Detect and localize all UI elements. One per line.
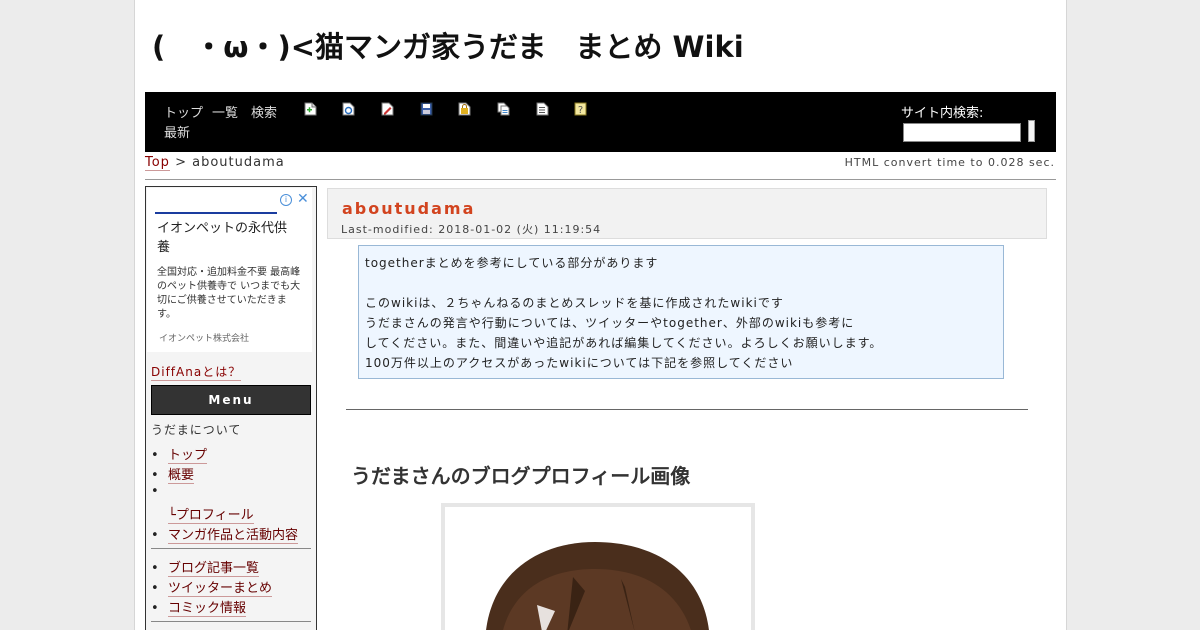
- save-icon[interactable]: [420, 102, 433, 116]
- menu-item[interactable]: • 概要: [151, 464, 195, 484]
- menu-heading: Menu: [151, 385, 311, 415]
- menu-item[interactable]: • コミック情報: [151, 597, 247, 617]
- new-page-icon[interactable]: [304, 102, 317, 116]
- notice-line: してください。また、間違いや追記があれば編集してください。よろしくお願いします。: [365, 336, 883, 350]
- page: ( ・ω・)<猫マンガ家うだま まとめ Wiki トップ 一覧 検索 最新 ? …: [134, 0, 1067, 630]
- ad-info-icon[interactable]: i: [280, 194, 292, 206]
- sidebar: i ✕ イオンペットの永代供養 全国対応・追加料金不要 最高峰のペット供養寺で …: [145, 186, 317, 630]
- breadcrumb: Top > aboutudama: [145, 155, 285, 171]
- bullet-icon: •: [151, 448, 159, 463]
- svg-text:?: ?: [578, 105, 583, 116]
- search-label: サイト内検索:: [901, 106, 984, 121]
- notice-line: togetherまとめを参考にしている部分があります: [365, 256, 659, 270]
- ad-title[interactable]: イオンペットの永代供養: [157, 219, 297, 257]
- reload-icon[interactable]: [342, 102, 355, 116]
- ad-accent-line: [155, 212, 277, 214]
- diffana-link[interactable]: DiffAnaとは？: [151, 363, 242, 381]
- profile-illustration: [486, 542, 709, 630]
- menu-item[interactable]: └プロフィール: [151, 504, 254, 524]
- menu-divider: [151, 548, 311, 549]
- menu-item[interactable]: • マンガ作品と活動内容: [151, 524, 299, 544]
- bullet-icon: •: [151, 601, 159, 616]
- menu-item: •: [151, 484, 168, 499]
- main-content: aboutudama Last-modified: 2018-01-02 (火)…: [327, 188, 1047, 630]
- site-title[interactable]: ( ・ω・)<猫マンガ家うだま まとめ Wiki: [152, 24, 744, 66]
- menu-link-comic[interactable]: コミック情報: [168, 601, 247, 617]
- section-heading: うだまさんのブログプロフィール画像: [351, 464, 691, 488]
- search-button[interactable]: [1028, 120, 1035, 142]
- nav-link-top[interactable]: トップ: [164, 102, 203, 121]
- ad-sponsor: イオンペット株式会社: [159, 334, 250, 344]
- menu-link-profile[interactable]: └プロフィール: [168, 508, 254, 524]
- last-modified: Last-modified: 2018-01-02 (火) 11:19:54: [341, 223, 602, 236]
- menu-item[interactable]: • トップ: [151, 444, 208, 464]
- bullet-icon: •: [151, 484, 159, 499]
- search-input[interactable]: [903, 123, 1021, 142]
- copy-icon[interactable]: [497, 102, 510, 116]
- edit-icon[interactable]: [381, 102, 394, 116]
- list-icon[interactable]: [536, 102, 549, 116]
- breadcrumb-current: aboutudama: [192, 155, 285, 170]
- menu-item[interactable]: • ブログ記事一覧: [151, 557, 260, 577]
- bullet-icon: •: [151, 468, 159, 483]
- bullet-icon: •: [151, 561, 159, 576]
- page-header: aboutudama Last-modified: 2018-01-02 (火)…: [327, 188, 1047, 239]
- page-title: aboutudama: [342, 199, 476, 218]
- top-navbar: トップ 一覧 検索 最新 ? サイト内検索:: [145, 92, 1056, 152]
- menu-link-works[interactable]: マンガ作品と活動内容: [168, 528, 299, 544]
- breadcrumb-top-link[interactable]: Top: [145, 155, 170, 171]
- notice-box: togetherまとめを参考にしている部分があります このwikiは、２ちゃんね…: [358, 245, 1004, 379]
- menu-link-overview[interactable]: 概要: [168, 468, 195, 484]
- ad-body: 全国対応・追加料金不要 最高峰のペット供養寺で いつまでも大切にご供養させていた…: [157, 267, 301, 320]
- nav-link-list[interactable]: 一覧: [212, 102, 238, 121]
- notice-line: 100万件以上のアクセスがあったwikiについては下記を参照してください: [365, 356, 794, 370]
- convert-time: HTML convert time to 0.028 sec.: [844, 156, 1055, 169]
- menu-link-blog[interactable]: ブログ記事一覧: [168, 561, 260, 577]
- ad-banner[interactable]: i ✕ イオンペットの永代供養 全国対応・追加料金不要 最高峰のペット供養寺で …: [147, 188, 312, 352]
- menu-divider: [151, 621, 311, 622]
- divider: [145, 179, 1056, 180]
- freeze-icon[interactable]: [458, 102, 471, 116]
- notice-line: このwikiは、２ちゃんねるのまとめスレッドを基に作成されたwikiです: [365, 296, 784, 310]
- profile-image: [441, 503, 755, 630]
- nav-link-recent[interactable]: 最新: [164, 122, 190, 141]
- menu-item[interactable]: • ツイッターまとめ: [151, 577, 273, 597]
- help-icon[interactable]: ?: [574, 102, 587, 116]
- breadcrumb-separator: >: [169, 155, 193, 170]
- nav-link-search[interactable]: 検索: [251, 102, 277, 121]
- notice-line: うだまさんの発言や行動については、ツイッターやtogether、外部のwikiも…: [365, 316, 855, 330]
- menu-link-top[interactable]: トップ: [168, 448, 208, 464]
- menu-section-heading: うだまについて: [151, 423, 242, 437]
- ad-close-icon[interactable]: ✕: [297, 191, 309, 207]
- menu-link-twitter[interactable]: ツイッターまとめ: [168, 581, 273, 597]
- divider: [346, 409, 1028, 410]
- bullet-icon: •: [151, 581, 159, 596]
- bullet-icon: •: [151, 528, 159, 543]
